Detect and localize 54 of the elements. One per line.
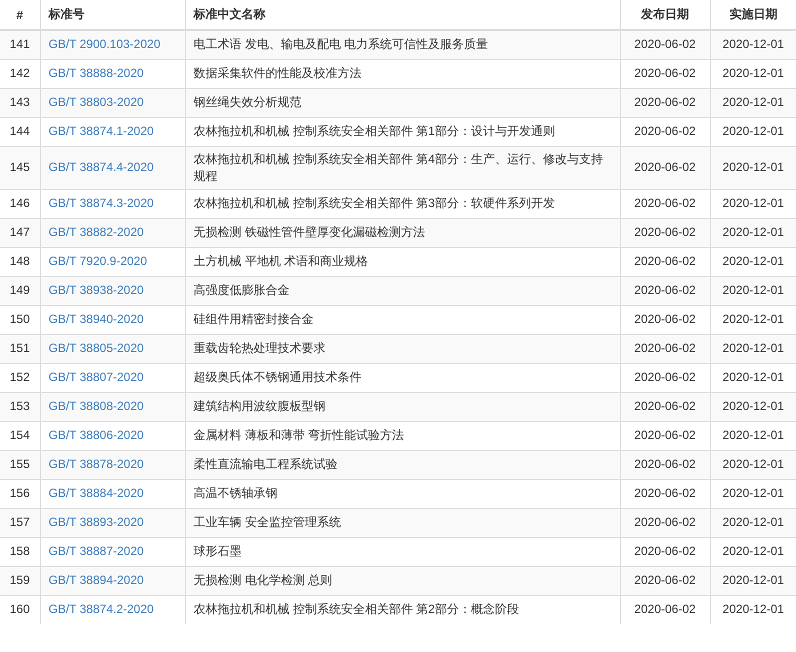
table-cell: 2020-06-02 bbox=[620, 30, 710, 59]
table-cell: 农林拖拉机和机械 控制系统安全相关部件 第4部分：生产、运行、修改与支持规程 bbox=[185, 146, 620, 189]
standard-link[interactable]: GB/T 38807-2020 bbox=[48, 370, 144, 384]
table-cell: 2020-06-02 bbox=[620, 508, 710, 537]
table-cell: 2020-12-01 bbox=[710, 334, 796, 363]
table-cell: 2020-06-02 bbox=[620, 146, 710, 189]
standard-link[interactable]: GB/T 38887-2020 bbox=[48, 544, 144, 558]
table-cell: 2020-06-02 bbox=[620, 392, 710, 421]
table-cell: 2020-06-02 bbox=[620, 595, 710, 624]
table-cell: 2020-12-01 bbox=[710, 30, 796, 59]
standard-link[interactable]: GB/T 38874.1-2020 bbox=[48, 124, 154, 138]
table-cell: 159 bbox=[0, 566, 40, 595]
table-cell: 143 bbox=[0, 88, 40, 117]
table-cell: 2020-12-01 bbox=[710, 146, 796, 189]
table-cell: 149 bbox=[0, 276, 40, 305]
table-cell: 145 bbox=[0, 146, 40, 189]
table-cell: 柔性直流输电工程系统试验 bbox=[185, 450, 620, 479]
standard-link[interactable]: GB/T 38874.3-2020 bbox=[48, 196, 154, 210]
table-cell: 钢丝绳失效分析规范 bbox=[185, 88, 620, 117]
table-cell: 2020-12-01 bbox=[710, 392, 796, 421]
table-cell: 2020-06-02 bbox=[620, 334, 710, 363]
table-cell: 157 bbox=[0, 508, 40, 537]
table-cell: 2020-06-02 bbox=[620, 566, 710, 595]
standard-link[interactable]: GB/T 7920.9-2020 bbox=[48, 254, 148, 268]
table-cell: 2020-12-01 bbox=[710, 88, 796, 117]
standard-link[interactable]: GB/T 38884-2020 bbox=[48, 486, 144, 500]
table-cell: 147 bbox=[0, 218, 40, 247]
standard-link[interactable]: GB/T 38806-2020 bbox=[48, 428, 144, 442]
table-cell: 2020-12-01 bbox=[710, 595, 796, 624]
table-cell: 2020-06-02 bbox=[620, 88, 710, 117]
table-cell: 2020-06-02 bbox=[620, 276, 710, 305]
table-cell: 2020-12-01 bbox=[710, 218, 796, 247]
table-cell: 无损检测 电化学检测 总则 bbox=[185, 566, 620, 595]
table-cell: 工业车辆 安全监控管理系统 bbox=[185, 508, 620, 537]
table-cell: 2020-12-01 bbox=[710, 276, 796, 305]
table-cell: 160 bbox=[0, 595, 40, 624]
standard-link[interactable]: GB/T 38940-2020 bbox=[48, 312, 144, 326]
standard-link[interactable]: GB/T 38888-2020 bbox=[48, 66, 144, 80]
table-cell: 2020-12-01 bbox=[710, 566, 796, 595]
table-cell: 2020-12-01 bbox=[710, 508, 796, 537]
table-cell: 高强度低膨胀合金 bbox=[185, 276, 620, 305]
table-cell: 141 bbox=[0, 30, 40, 59]
table-cell: 2020-12-01 bbox=[710, 450, 796, 479]
standard-link[interactable]: GB/T 38874.2-2020 bbox=[48, 602, 154, 616]
table-cell: 151 bbox=[0, 334, 40, 363]
table-cell: 153 bbox=[0, 392, 40, 421]
table-cell: 电工术语 发电、输电及配电 电力系统可信性及服务质量 bbox=[185, 30, 620, 59]
table-cell: 建筑结构用波纹腹板型钢 bbox=[185, 392, 620, 421]
table-cell: 农林拖拉机和机械 控制系统安全相关部件 第2部分：概念阶段 bbox=[185, 595, 620, 624]
table-cell: 155 bbox=[0, 450, 40, 479]
table-cell: 重载齿轮热处理技术要求 bbox=[185, 334, 620, 363]
table-cell: 2020-06-02 bbox=[620, 218, 710, 247]
table-cell: 2020-06-02 bbox=[620, 450, 710, 479]
table-cell: 无损检测 铁磁性管件壁厚变化漏磁检测方法 bbox=[185, 218, 620, 247]
